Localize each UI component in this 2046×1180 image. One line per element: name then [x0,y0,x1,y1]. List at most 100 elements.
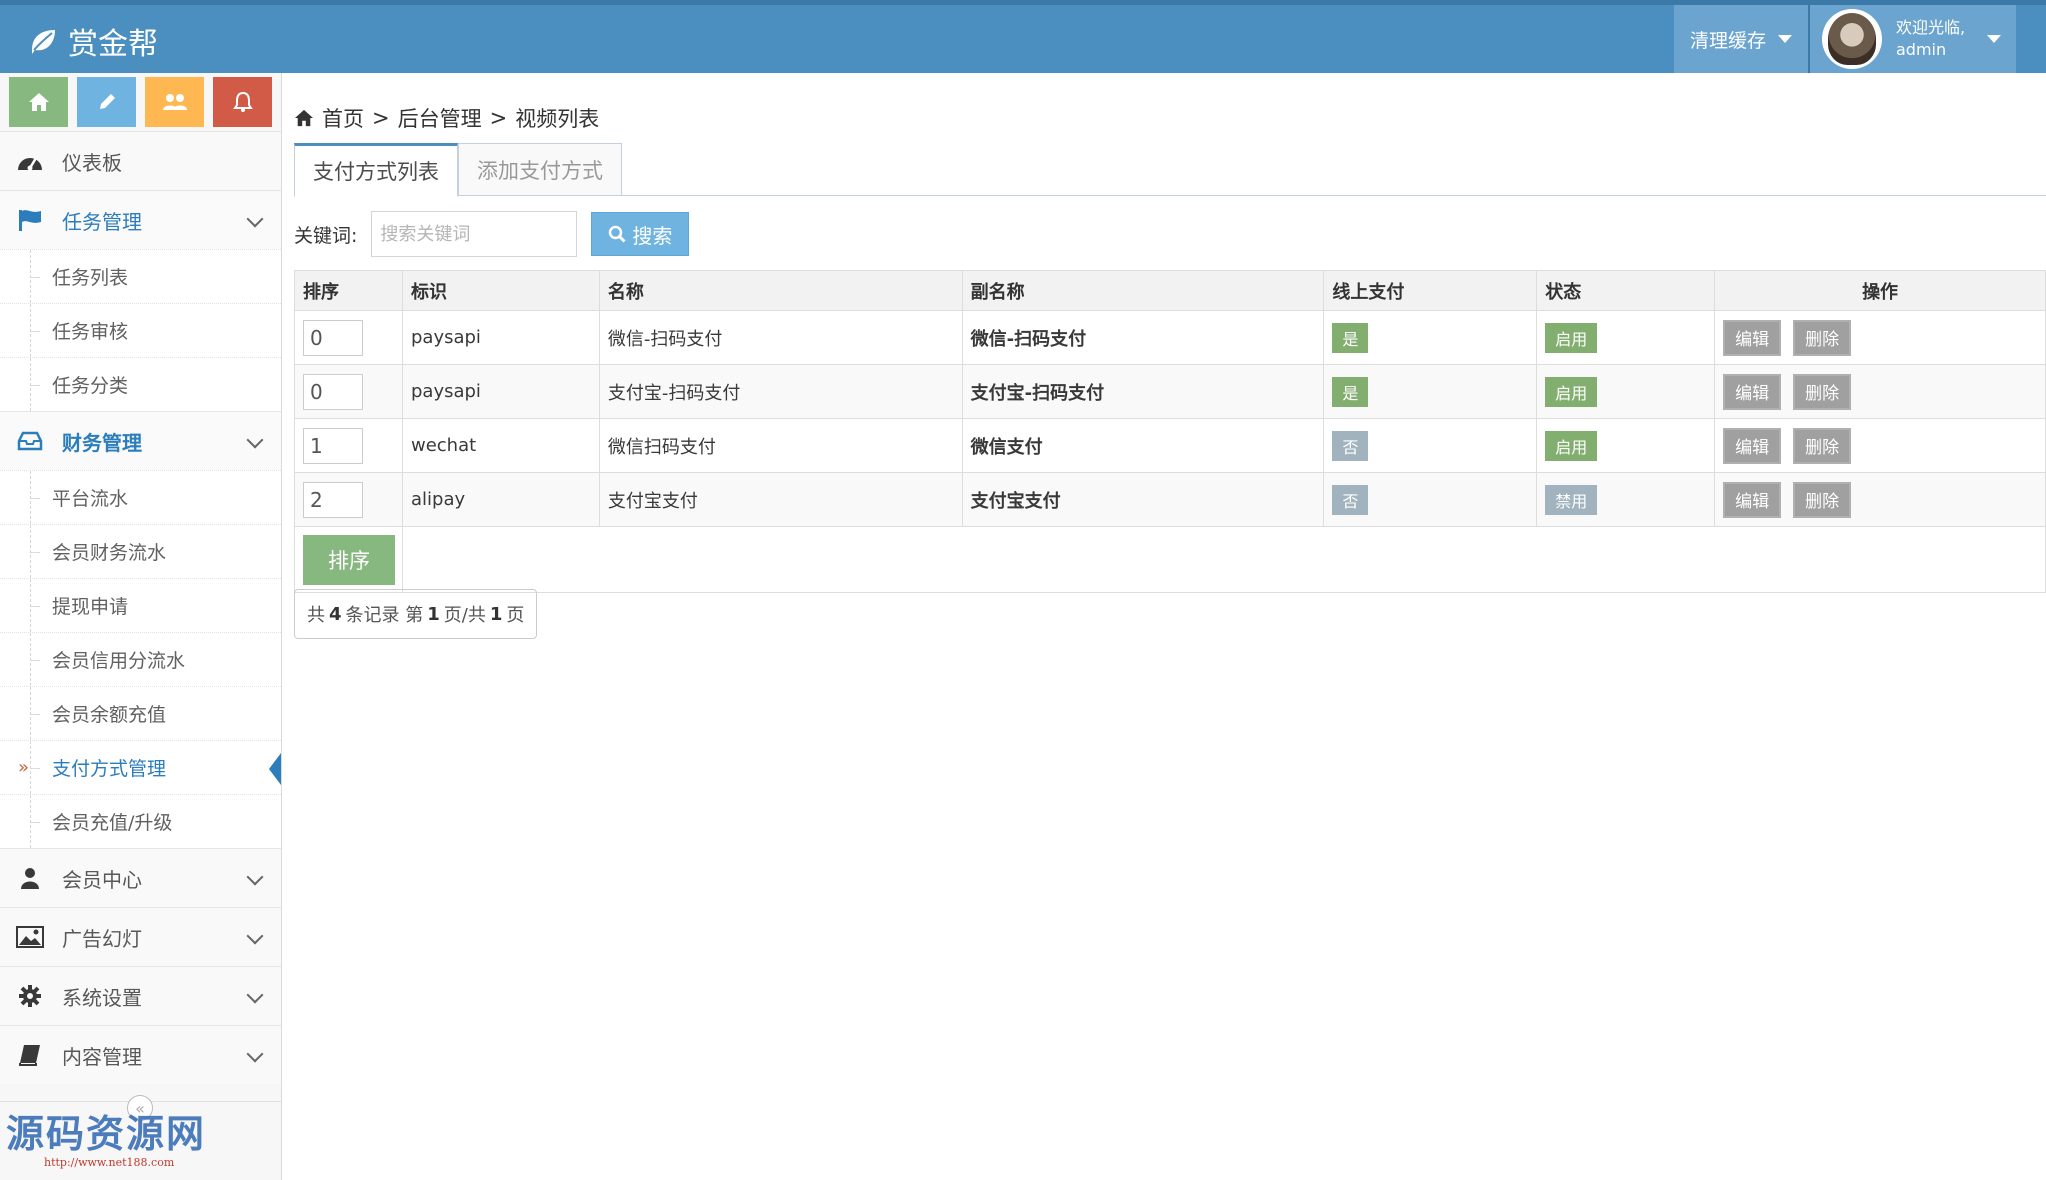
edit-button[interactable]: 编辑 [1723,319,1782,356]
tab-payment-list[interactable]: 支付方式列表 [294,143,458,197]
cell-subname: 微信支付 [961,418,1325,473]
sort-order-input[interactable]: 0 [303,319,363,356]
welcome-text: 欢迎光临, [1896,18,1966,37]
cell-name: 支付宝-扫码支付 [598,364,963,419]
picture-icon [16,926,44,948]
sidebar-subitem-withdraw-request[interactable]: 提现申请 [0,578,281,632]
pager-text: 页 [506,605,525,626]
watermark: 源码资源网 http://www.net188.com [6,1103,206,1169]
sort-order-input[interactable]: 2 [303,481,363,518]
sidebar-item-label: 平台流水 [52,488,129,510]
sidebar-item-dashboard[interactable]: 仪表板 [0,131,281,190]
sidebar-item-label: 任务分类 [52,375,129,397]
brand[interactable]: 赏金帮 [28,19,158,63]
table-header-row: 排序 标识 名称 副名称 线上支付 状态 操作 [294,270,2046,311]
column-header: 操作 [1714,270,2046,311]
sidebar-item-ad-slides[interactable]: 广告幻灯 [0,907,281,966]
pager-text: 共 [307,605,325,626]
sidebar-item-label: 财务管理 [62,430,142,455]
sidebar-item-label: 会员余额充值 [52,704,167,726]
delete-button[interactable]: 删除 [1793,319,1852,356]
users-icon [162,94,187,110]
tab-add-payment[interactable]: 添加支付方式 [458,143,622,196]
status-badge: 启用 [1545,322,1598,353]
sidebar-subitem-balance-recharge[interactable]: 会员余额充值 [0,686,281,740]
sidebar-item-label: 任务列表 [52,267,129,289]
clear-cache-label: 清理缓存 [1689,29,1766,52]
sidebar-subitem-member-finance-flow[interactable]: 会员财务流水 [0,524,281,578]
caret-down-icon [1778,35,1792,43]
sidebar-item-label: 内容管理 [62,1044,142,1069]
status-badge: 启用 [1545,376,1598,407]
sidebar-item-content-management[interactable]: 内容管理 [0,1025,281,1084]
sidebar-item-label: 系统设置 [62,985,142,1010]
watermark-text: 源码资源网 [6,1111,207,1156]
user-menu[interactable]: 欢迎光临, admin [1810,5,2016,73]
cell-subname: 微信-扫码支付 [961,310,1325,365]
search-bar: 关键词: 搜索 [294,211,690,257]
app-title: 赏金帮 [68,27,158,62]
cell-key: paysapi [401,364,600,419]
pagination-summary: 共 4 条记录 第 1 页/共 1 页 [294,589,538,639]
breadcrumb-admin[interactable]: 后台管理 [398,103,482,133]
current-page: 1 [427,603,440,625]
sidebar-item-label: 会员充值/升级 [52,812,173,834]
shortcut-edit-button[interactable] [77,77,136,127]
shortcut-home-button[interactable] [9,77,68,127]
sort-order-input[interactable]: 1 [303,427,363,464]
delete-button[interactable]: 删除 [1793,373,1852,410]
delete-button[interactable]: 删除 [1793,481,1852,518]
sidebar-subitem-platform-flow[interactable]: 平台流水 [0,470,281,524]
sort-button[interactable]: 排序 [303,534,395,585]
table-row: 0 paysapi 支付宝-扫码支付 支付宝-扫码支付 是 启用 编辑 删除 [294,364,2046,419]
sort-order-input[interactable]: 0 [303,373,363,410]
pencil-icon [99,94,115,109]
cell-key: wechat [401,418,600,473]
top-navbar: 赏金帮 清理缓存 欢迎光临, admin [0,0,2046,73]
shortcut-buttons [0,73,281,131]
cell-name: 支付宝支付 [598,472,963,527]
sidebar-subitem-task-category[interactable]: 任务分类 [0,357,281,411]
online-badge: 是 [1332,322,1369,353]
sidebar: 仪表板 任务管理 任务列表 任务审核 任务分类 财务管理 平台流水 会员财务流水… [0,73,282,1180]
sidebar-subitem-payment-methods[interactable]: » 支付方式管理 [0,740,281,794]
leaf-icon [32,30,55,54]
edit-button[interactable]: 编辑 [1723,427,1782,464]
sidebar-item-task-management[interactable]: 任务管理 [0,190,281,249]
sidebar-item-member-center[interactable]: 会员中心 [0,848,281,907]
sidebar-item-finance-management[interactable]: 财务管理 [0,411,281,470]
total-pages: 1 [489,603,503,625]
sidebar-subitem-recharge-upgrade[interactable]: 会员充值/升级 [0,794,281,848]
status-badge: 禁用 [1545,484,1598,515]
pager-text: 条记录 第 [345,605,424,626]
chevron-down-icon [246,210,264,228]
shortcut-users-button[interactable] [145,77,204,127]
edit-button[interactable]: 编辑 [1723,481,1782,518]
sidebar-subitem-task-list[interactable]: 任务列表 [0,249,281,303]
sidebar-subitem-credit-flow[interactable]: 会员信用分流水 [0,632,281,686]
sidebar-item-label: 会员中心 [62,867,142,892]
cell-key: paysapi [401,310,600,365]
book-icon [19,1045,40,1066]
column-header: 名称 [598,270,963,311]
sidebar-item-system-settings[interactable]: 系统设置 [0,966,281,1025]
search-input[interactable] [371,211,578,257]
delete-button[interactable]: 删除 [1793,427,1852,464]
sidebar-item-label: 任务管理 [62,209,142,234]
chevron-down-icon [246,986,264,1004]
edit-button[interactable]: 编辑 [1723,373,1782,410]
column-header: 状态 [1536,270,1716,311]
cell-subname: 支付宝-扫码支付 [961,364,1325,419]
chevron-down-icon [246,1045,264,1063]
pager-text: 页/共 [443,605,486,626]
shortcut-bell-button[interactable] [213,77,272,127]
table-row: 1 wechat 微信扫码支付 微信支付 否 启用 编辑 删除 [294,418,2046,473]
payment-methods-table: 排序 标识 名称 副名称 线上支付 状态 操作 0 paysapi 微信-扫码支… [294,270,2046,593]
cell-name: 微信扫码支付 [598,418,963,473]
sidebar-item-label: 仪表板 [62,150,122,175]
search-button[interactable]: 搜索 [591,212,690,256]
clear-cache-dropdown[interactable]: 清理缓存 [1674,5,1810,73]
sidebar-subitem-task-review[interactable]: 任务审核 [0,303,281,357]
breadcrumb-home[interactable]: 首页 [322,103,364,133]
total-records: 4 [329,603,342,625]
